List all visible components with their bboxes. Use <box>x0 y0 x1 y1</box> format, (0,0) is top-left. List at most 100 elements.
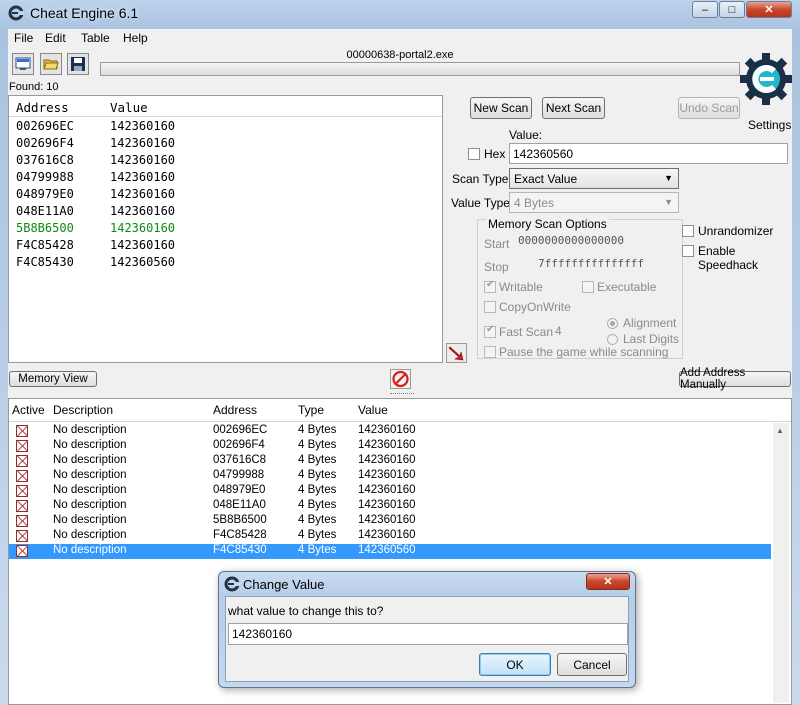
address-row-value: 142360160 <box>358 439 416 451</box>
address-row-address: 04799988 <box>213 469 265 481</box>
scroll-up-icon[interactable]: ▲ <box>776 426 784 435</box>
writable-checkbox[interactable] <box>484 279 496 293</box>
address-row[interactable]: No description 5B8B6500 4 Bytes 142360160 <box>9 514 771 529</box>
pause-game-checkbox[interactable] <box>484 346 496 358</box>
undo-scan-button[interactable]: Undo Scan <box>678 97 740 119</box>
scan-results-list[interactable]: Address Value 002696EC 142360160 002696F4 1… <box>8 95 443 363</box>
result-value: 142360160 <box>110 204 176 218</box>
last-digits-radio[interactable] <box>607 334 618 345</box>
address-row-type: 4 Bytes <box>298 469 337 481</box>
address-row[interactable]: No description F4C85430 4 Bytes 142360560 <box>9 544 771 559</box>
fast-scan-checkbox[interactable] <box>484 324 496 338</box>
address-row-address: 5B8B6500 <box>213 514 267 526</box>
result-row[interactable]: 048E11A0 142360160 <box>9 203 442 220</box>
minimize-button[interactable]: – <box>692 1 718 18</box>
maximize-button[interactable]: □ <box>719 1 745 18</box>
column-address[interactable]: Address <box>213 403 257 417</box>
scan-type-select[interactable]: Exact Value ▼ <box>509 168 679 189</box>
result-row[interactable]: 037616C8 142360160 <box>9 152 442 169</box>
unrandomizer-checkbox[interactable] <box>682 225 694 237</box>
address-row[interactable]: No description 002696EC 4 Bytes 142360160 <box>9 424 771 439</box>
column-type[interactable]: Type <box>298 403 324 417</box>
results-column-address[interactable]: Address <box>16 100 69 115</box>
stop-address-input[interactable]: 7fffffffffffffff <box>538 257 675 274</box>
next-scan-button[interactable]: Next Scan <box>542 97 605 119</box>
result-row[interactable]: 048979E0 142360160 <box>9 186 442 203</box>
enable-speedhack-checkbox[interactable] <box>682 245 694 257</box>
results-column-value[interactable]: Value <box>110 100 148 115</box>
result-row[interactable]: 002696EC 142360160 <box>9 118 442 135</box>
hex-checkbox[interactable] <box>468 148 480 160</box>
active-checkbox-icon[interactable] <box>16 485 28 497</box>
new-scan-button[interactable]: New Scan <box>470 97 532 119</box>
cheat-engine-logo-icon[interactable] <box>740 47 792 117</box>
active-checkbox-icon[interactable] <box>16 515 28 527</box>
splitter-grip[interactable] <box>8 391 792 397</box>
address-row-value: 142360160 <box>358 514 416 526</box>
active-checkbox-icon[interactable] <box>16 500 28 512</box>
start-address-input[interactable]: 0000000000000000 <box>518 234 675 251</box>
address-row[interactable]: No description 002696F4 4 Bytes 142360160 <box>9 439 771 454</box>
address-row-description: No description <box>53 469 127 481</box>
result-address: 048E11A0 <box>16 204 74 218</box>
new-value-input[interactable]: 142360160 <box>228 623 628 645</box>
fast-scan-alignment-input[interactable]: 4 <box>555 324 562 338</box>
stop-process-button[interactable] <box>390 369 411 389</box>
enable-speedhack-label: Enable Speedhack <box>698 244 759 272</box>
result-value: 142360160 <box>110 221 176 235</box>
result-row[interactable]: 002696F4 142360160 <box>9 135 442 152</box>
address-row-description: No description <box>53 454 127 466</box>
address-row[interactable]: No description 04799988 4 Bytes 142360160 <box>9 469 771 484</box>
address-row-type: 4 Bytes <box>298 439 337 451</box>
cheat-engine-app-icon[interactable] <box>8 5 24 21</box>
close-button[interactable]: ✕ <box>746 1 792 18</box>
result-row[interactable]: F4C85430 142360560 <box>9 254 442 271</box>
result-row[interactable]: 5B8B6500 142360160 <box>9 220 442 237</box>
result-row[interactable]: F4C85428 142360160 <box>9 237 442 254</box>
column-active[interactable]: Active <box>12 403 45 417</box>
title-bar[interactable]: Cheat Engine 6.1 – □ ✕ <box>0 0 800 26</box>
active-checkbox-icon[interactable] <box>16 545 28 557</box>
address-row-description: No description <box>53 484 127 496</box>
address-row[interactable]: No description 048E11A0 4 Bytes 142360160 <box>9 499 771 514</box>
active-checkbox-icon[interactable] <box>16 470 28 482</box>
menu-edit[interactable]: Edit <box>45 31 66 45</box>
value-type-select[interactable]: 4 Bytes ▼ <box>509 192 679 213</box>
ok-button[interactable]: OK <box>479 653 551 676</box>
result-row[interactable]: 04799988 142360160 <box>9 169 442 186</box>
address-row-address: F4C85430 <box>213 544 267 556</box>
add-address-manually-button[interactable]: Add Address Manually <box>679 367 791 391</box>
cancel-button[interactable]: Cancel <box>557 653 627 676</box>
column-value[interactable]: Value <box>358 403 388 417</box>
menu-file[interactable]: File <box>14 31 33 45</box>
result-value: 142360160 <box>110 119 176 133</box>
executable-checkbox[interactable] <box>582 281 594 293</box>
address-table-scrollbar[interactable]: ▲ <box>773 423 789 703</box>
active-checkbox-icon[interactable] <box>16 425 28 437</box>
memory-view-button[interactable]: Memory View <box>9 371 97 387</box>
menu-help[interactable]: Help <box>123 31 148 45</box>
value-type-label: Value Type <box>451 196 510 210</box>
active-checkbox-icon[interactable] <box>16 455 28 467</box>
alignment-radio[interactable] <box>607 318 618 329</box>
result-value: 142360560 <box>110 255 176 269</box>
alignment-label: Alignment <box>623 316 677 330</box>
active-checkbox-icon[interactable] <box>16 530 28 542</box>
value-label: Value: <box>509 128 543 142</box>
result-value: 142360160 <box>110 136 176 150</box>
address-row-address: F4C85428 <box>213 529 267 541</box>
settings-link[interactable]: Settings <box>748 118 791 132</box>
address-row[interactable]: No description 037616C8 4 Bytes 142360160 <box>9 454 771 469</box>
copy-on-write-checkbox[interactable] <box>484 301 496 313</box>
active-checkbox-icon[interactable] <box>16 440 28 452</box>
column-description[interactable]: Description <box>53 403 113 417</box>
menu-table[interactable]: Table <box>81 31 110 45</box>
address-row[interactable]: No description F4C85428 4 Bytes 142360160 <box>9 529 771 544</box>
add-to-table-button[interactable] <box>446 343 467 363</box>
address-row[interactable]: No description 048979E0 4 Bytes 142360160 <box>9 484 771 499</box>
scan-value-input[interactable]: 142360560 <box>509 143 788 164</box>
found-count-label: Found: 10 <box>9 81 59 93</box>
dialog-close-button[interactable]: ✕ <box>586 573 630 590</box>
hex-label: Hex <box>484 147 506 161</box>
address-row-value: 142360160 <box>358 484 416 496</box>
